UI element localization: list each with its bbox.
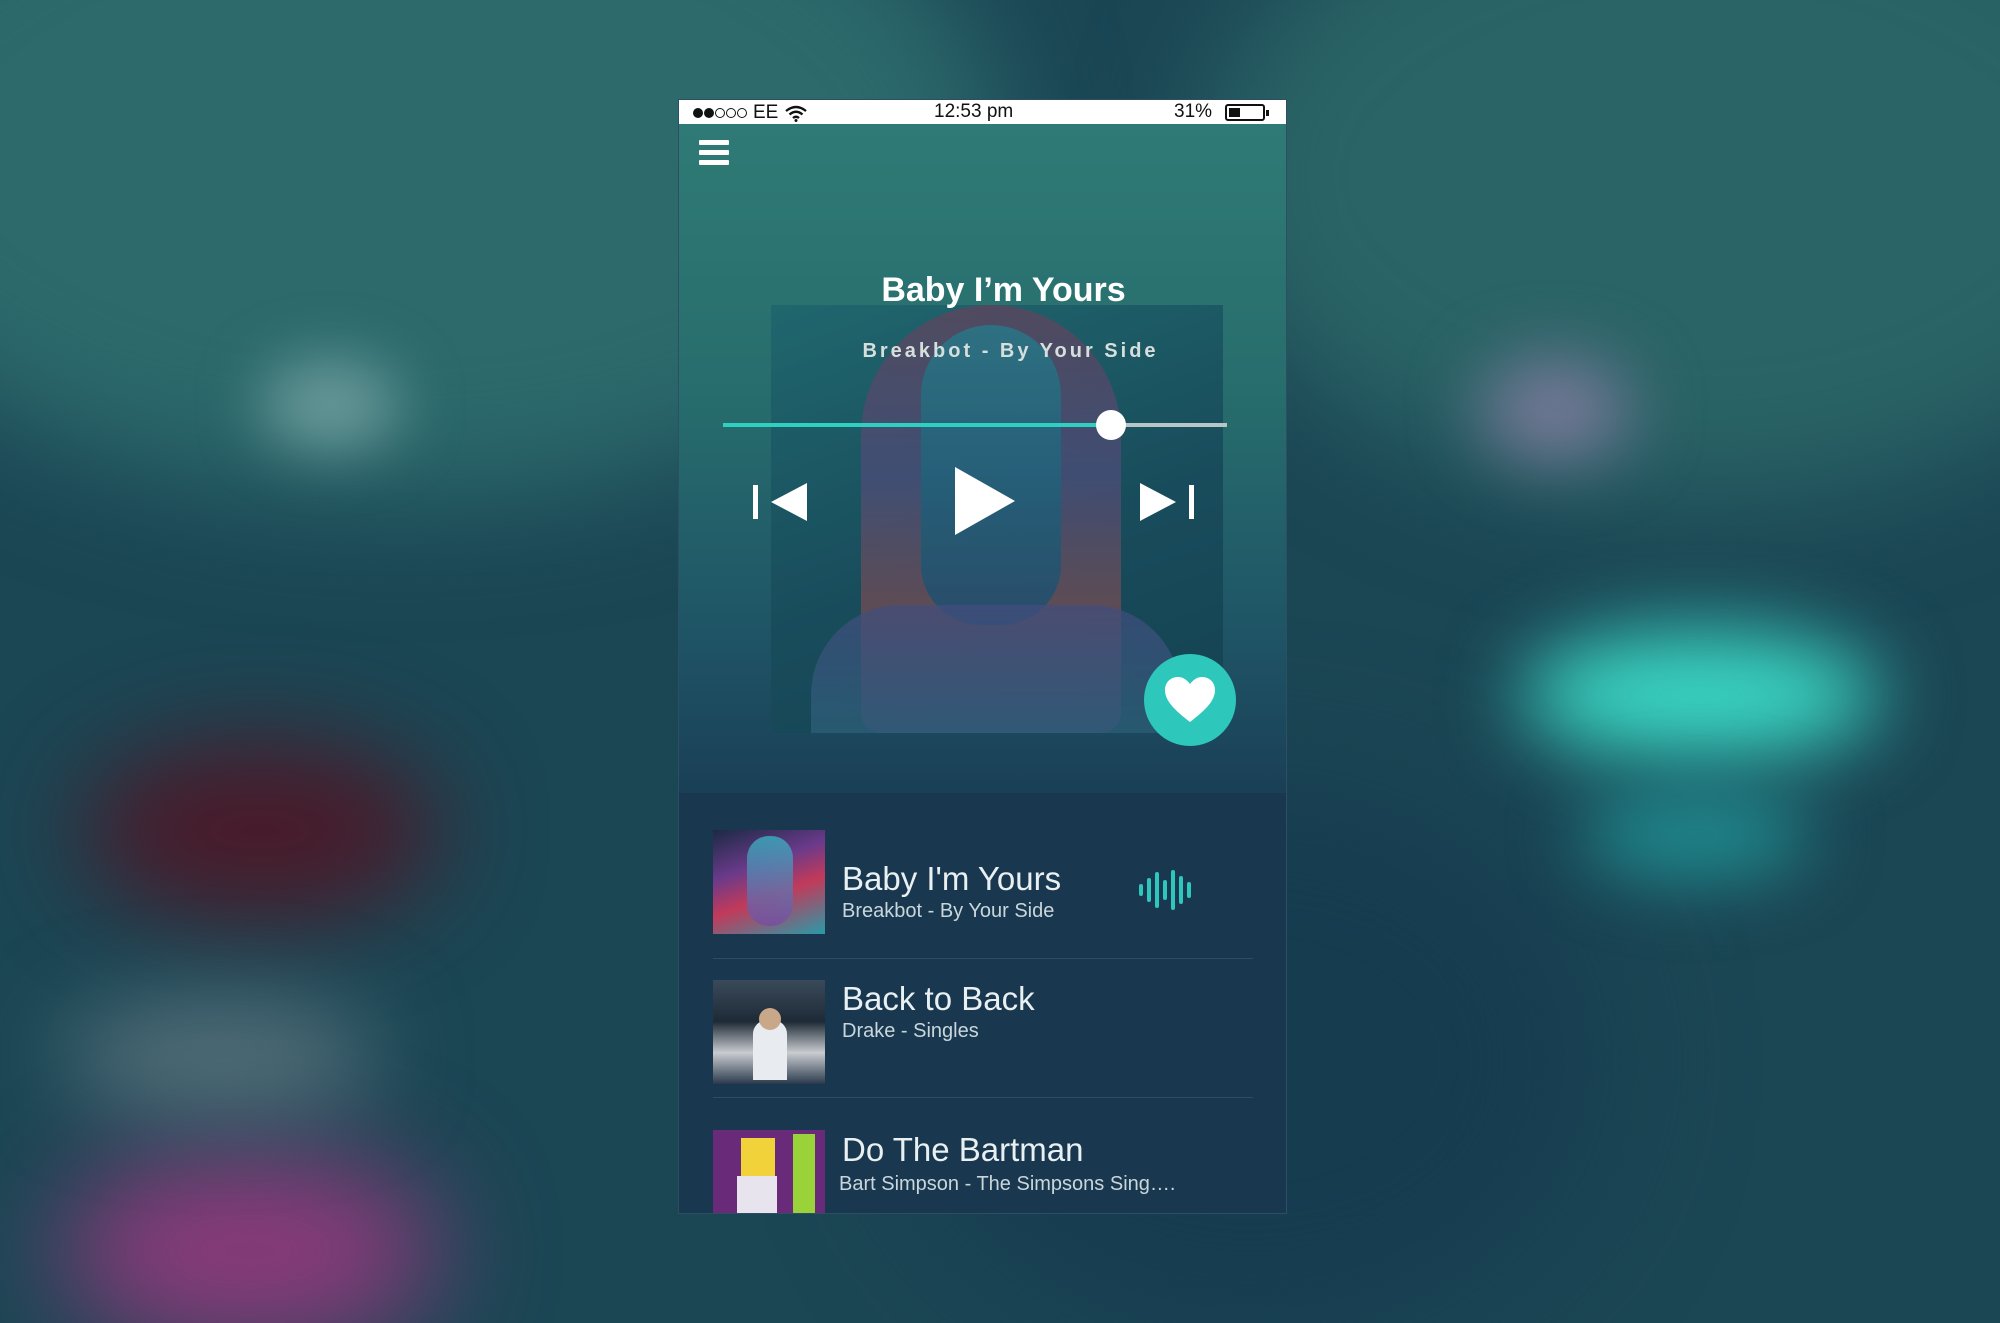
track-title: Baby I'm Yours	[842, 860, 1062, 897]
now-playing-title: Baby I’m Yours	[881, 271, 1126, 309]
track-subtitle: Drake - Singles	[842, 1020, 979, 1042]
battery-nub	[1266, 110, 1269, 116]
backdrop-blur-blob	[260, 360, 400, 450]
thumbnail-shape	[759, 1008, 781, 1030]
track-item[interactable]: Back to Back Drake - Singles	[713, 943, 1253, 1098]
signal-dot	[737, 108, 747, 118]
menu-line	[699, 160, 729, 165]
backdrop: EE 12:53 pm 31% Baby I’m Yours Breakbot …	[0, 0, 2000, 1323]
clock: 12:53 pm	[934, 101, 1014, 122]
signal-strength	[693, 108, 747, 118]
track-thumbnail	[713, 830, 825, 934]
now-playing-subtitle: Breakbot - By Your Side	[862, 340, 1159, 362]
track-thumbnail	[713, 1130, 825, 1213]
skip-next-icon[interactable]	[1136, 481, 1196, 523]
battery-icon	[1225, 104, 1269, 121]
track-title: Do The Bartman	[842, 1131, 1084, 1168]
thumbnail-shape	[737, 1176, 777, 1213]
track-subtitle: Bart Simpson - The Simpsons Sing….	[839, 1173, 1176, 1195]
favorite-button[interactable]	[1144, 654, 1236, 746]
signal-dot	[726, 108, 736, 118]
backdrop-blur-blob	[1580, 790, 1810, 880]
track-item[interactable]: Baby I'm Yours Breakbot - By Your Side	[713, 793, 1253, 959]
skip-previous-icon[interactable]	[751, 481, 811, 523]
hamburger-menu-icon[interactable]	[699, 140, 729, 170]
thumbnail-shape	[747, 836, 793, 926]
signal-carrier: EE	[693, 102, 808, 124]
play-icon[interactable]	[951, 465, 1017, 537]
track-thumbnail	[713, 980, 825, 1084]
carrier-name: EE	[753, 102, 779, 123]
menu-line	[699, 140, 729, 145]
thumbnail-shape	[793, 1134, 815, 1213]
backdrop-blur-blob	[80, 740, 440, 920]
backdrop-blur-blob	[1520, 630, 1880, 760]
equalizer-icon	[1139, 870, 1191, 910]
backdrop-blur-blob	[60, 1150, 440, 1323]
track-list: Baby I'm Yours Breakbot - By Your Side B…	[679, 793, 1286, 1213]
progress-slider[interactable]	[723, 410, 1227, 440]
signal-dot	[693, 108, 703, 118]
heart-icon	[1165, 677, 1215, 722]
track-item[interactable]: Do The Bartman Bart Simpson - The Simpso…	[713, 1093, 1253, 1213]
battery-fill	[1229, 108, 1240, 117]
menu-line	[699, 150, 729, 155]
track-title: Back to Back	[842, 980, 1035, 1017]
progress-knob[interactable]	[1096, 410, 1127, 440]
backdrop-blur-blob	[1480, 360, 1630, 460]
phone-screen: EE 12:53 pm 31% Baby I’m Yours Breakbot …	[679, 100, 1286, 1213]
signal-dot	[715, 108, 725, 118]
track-subtitle: Breakbot - By Your Side	[842, 900, 1055, 922]
backdrop-blur-blob	[60, 1000, 380, 1110]
thumbnail-shape	[741, 1138, 775, 1178]
signal-dot	[704, 108, 714, 118]
battery-percent: 31%	[1174, 101, 1213, 122]
wifi-icon	[785, 105, 808, 122]
progress-played	[723, 423, 1112, 427]
status-bar: EE 12:53 pm 31%	[679, 100, 1286, 124]
